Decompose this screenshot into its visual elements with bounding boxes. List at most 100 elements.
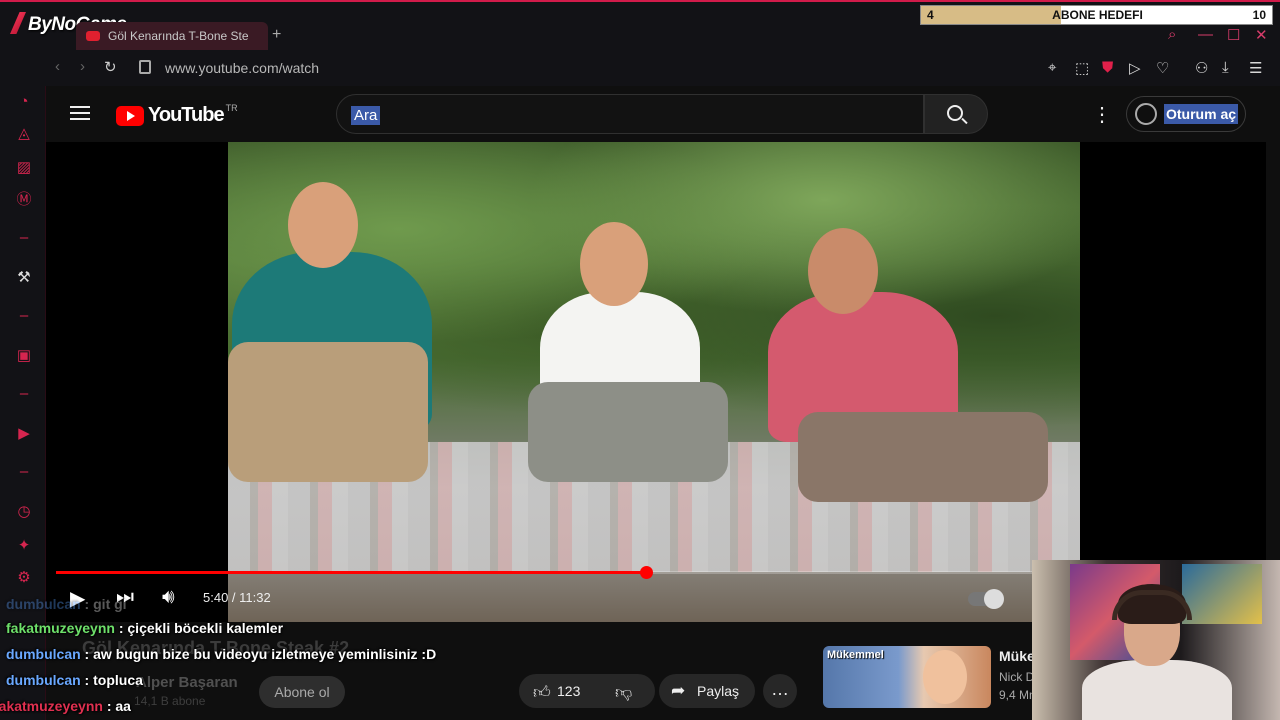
share-label: Paylaş (697, 683, 740, 699)
search-placeholder: Ara (351, 106, 381, 125)
tools-icon[interactable]: ⚒ (14, 268, 34, 288)
like-icon[interactable]: 👍︎ (533, 682, 551, 703)
search-icon (947, 105, 963, 121)
extensions-icon[interactable]: ✦ (14, 536, 34, 556)
goal-label: ABONE HEDEFI (1052, 8, 1143, 22)
share-icon: ➦ (671, 681, 686, 700)
person-right-head (808, 228, 878, 314)
twitch-icon[interactable]: ▣ (14, 346, 34, 366)
maximize-icon[interactable]: ☐ (1227, 26, 1240, 44)
time-display: 5:40 / 11:32 (203, 590, 271, 605)
player-icon[interactable]: ▷ (1129, 59, 1141, 77)
video-frame[interactable] (228, 142, 1080, 622)
brand-mark-icon (10, 12, 26, 34)
sign-in-button[interactable]: Oturum aç (1126, 96, 1246, 132)
recommended-title[interactable]: Müke (999, 648, 1035, 664)
separator-icon: – (19, 385, 29, 402)
volume-icon[interactable]: 🔊︎ (162, 586, 175, 609)
recommended-channel[interactable]: Nick D (999, 670, 1034, 684)
person-left-legs (228, 342, 428, 482)
person-middle-head (580, 222, 648, 306)
more-actions-button[interactable]: … (763, 674, 797, 708)
gx-corner-icon[interactable]: ◬ (14, 124, 34, 144)
chat-message: fakatmuzeyeynn : çiçekli böcekli kalemle… (6, 620, 284, 636)
youtube-play-icon (116, 105, 144, 126)
browser-tab-active[interactable]: Göl Kenarında T-Bone Ste (76, 22, 268, 50)
browser-search-icon[interactable]: ⌕ (1168, 26, 1176, 43)
new-tab-button[interactable]: + (272, 26, 281, 44)
country-code: TR (225, 102, 238, 113)
heart-icon[interactable]: ♡ (1156, 59, 1169, 77)
separator-icon: – (19, 307, 29, 324)
recommended-views: 9,4 Mn (999, 688, 1036, 702)
chat-message: fakatmuzeyeynn : aa (0, 698, 131, 714)
youtube-logo[interactable]: YouTube TR (116, 102, 238, 127)
reload-icon[interactable]: ↻ (104, 58, 117, 76)
account-icon[interactable]: ⚇ (1195, 59, 1208, 77)
like-count[interactable]: 123 (557, 683, 580, 699)
youtube-wordmark: YouTube (148, 104, 225, 126)
address-bar: ‹ › ↻ www.youtube.com/watch ⌖ ⬚ ⛊ ▷ ♡ ⚇ … (0, 50, 1280, 86)
chat-text: çiçekli böcekli kalemler (127, 620, 284, 636)
pin-icon[interactable]: ⌖ (1048, 59, 1056, 76)
like-dislike-group: 👍︎ 123 👎︎ (519, 674, 655, 708)
forward-icon[interactable]: › (80, 58, 85, 75)
subscriber-count: 14,1 B abone (134, 694, 206, 708)
goal-target: 10 (1252, 8, 1266, 22)
speed-dial-icon[interactable]: ◔ (14, 92, 34, 112)
history-icon[interactable]: ◷ (14, 502, 34, 522)
player-sidebar-icon[interactable]: ▶ (14, 424, 34, 444)
settings-kebab-icon[interactable]: ⋮ (1092, 102, 1112, 127)
chat-username: dumbulcan (6, 646, 81, 662)
chat-message: dumbulcan : aw bugun bize bu videoyu izl… (6, 646, 437, 662)
recommended-thumbnail[interactable]: Mükemmel (823, 646, 991, 708)
chat-username: dumbulcan (6, 596, 81, 612)
progress-fill (56, 571, 646, 574)
sign-in-label: Oturum aç (1164, 104, 1239, 124)
chat-username: fakatmuzeyeynn (6, 620, 115, 636)
search-input[interactable]: Ara (336, 94, 924, 134)
chat-text: git gl (93, 596, 127, 612)
lock-icon (139, 60, 151, 74)
thumbnail-caption: Mükemmel (827, 649, 884, 661)
chat-text: aw bugun bize bu videoyu izletmeye yemin… (93, 646, 437, 662)
download-icon[interactable]: ⤓ (1222, 59, 1229, 76)
hot-tabs-icon[interactable]: ▨ (14, 158, 34, 178)
search-button[interactable] (924, 94, 988, 134)
chat-text: topluca (93, 672, 143, 688)
separator-icon: – (19, 229, 29, 246)
shield-icon[interactable]: ⛊ (1102, 59, 1113, 76)
channel-name[interactable]: Alper Başaran (136, 674, 238, 691)
video-player[interactable]: ▶ ⏭ 🔊︎ 5:40 / 11:32 (46, 142, 1266, 622)
webcam-poster (1182, 564, 1262, 624)
goal-current: 4 (927, 8, 934, 22)
chat-username: dumbulcan (6, 672, 81, 688)
url-field[interactable]: www.youtube.com/watch (165, 60, 319, 76)
thumbnail-face (923, 650, 967, 704)
tab-title: Göl Kenarında T-Bone Ste (108, 29, 249, 43)
subscribe-button[interactable]: Abone ol (259, 676, 345, 708)
guide-menu-icon[interactable] (70, 106, 90, 120)
youtube-header: YouTube TR Ara ⋮ Oturum aç (46, 86, 1266, 142)
settings-icon[interactable]: ⚙ (14, 568, 34, 588)
scrubber-handle[interactable] (639, 566, 653, 579)
autoplay-toggle[interactable] (968, 589, 1004, 609)
messenger-icon[interactable]: Ⓜ (14, 190, 34, 210)
chat-message: dumbulcan : git gl (6, 596, 127, 612)
subscriber-goal-bar: ABONE HEDEFI 4 10 (920, 5, 1273, 25)
youtube-favicon-icon (86, 31, 100, 41)
webcam-body (1082, 660, 1232, 720)
chat-text: aa (115, 698, 131, 714)
dislike-icon[interactable]: 👎︎ (615, 682, 632, 703)
menu-icon[interactable]: ☰ (1249, 59, 1262, 77)
back-icon[interactable]: ‹ (55, 58, 60, 75)
share-button[interactable]: ➦ Paylaş (659, 674, 755, 708)
close-icon[interactable]: ✕ (1255, 26, 1268, 44)
minimize-icon[interactable]: — (1198, 26, 1213, 43)
streamer-webcam (1032, 560, 1280, 720)
chat-username: fakatmuzeyeynn (0, 698, 103, 714)
user-icon (1135, 103, 1157, 125)
snapshot-icon[interactable]: ⬚ (1075, 59, 1089, 77)
person-left-head (288, 182, 358, 268)
separator-icon: – (19, 463, 29, 480)
